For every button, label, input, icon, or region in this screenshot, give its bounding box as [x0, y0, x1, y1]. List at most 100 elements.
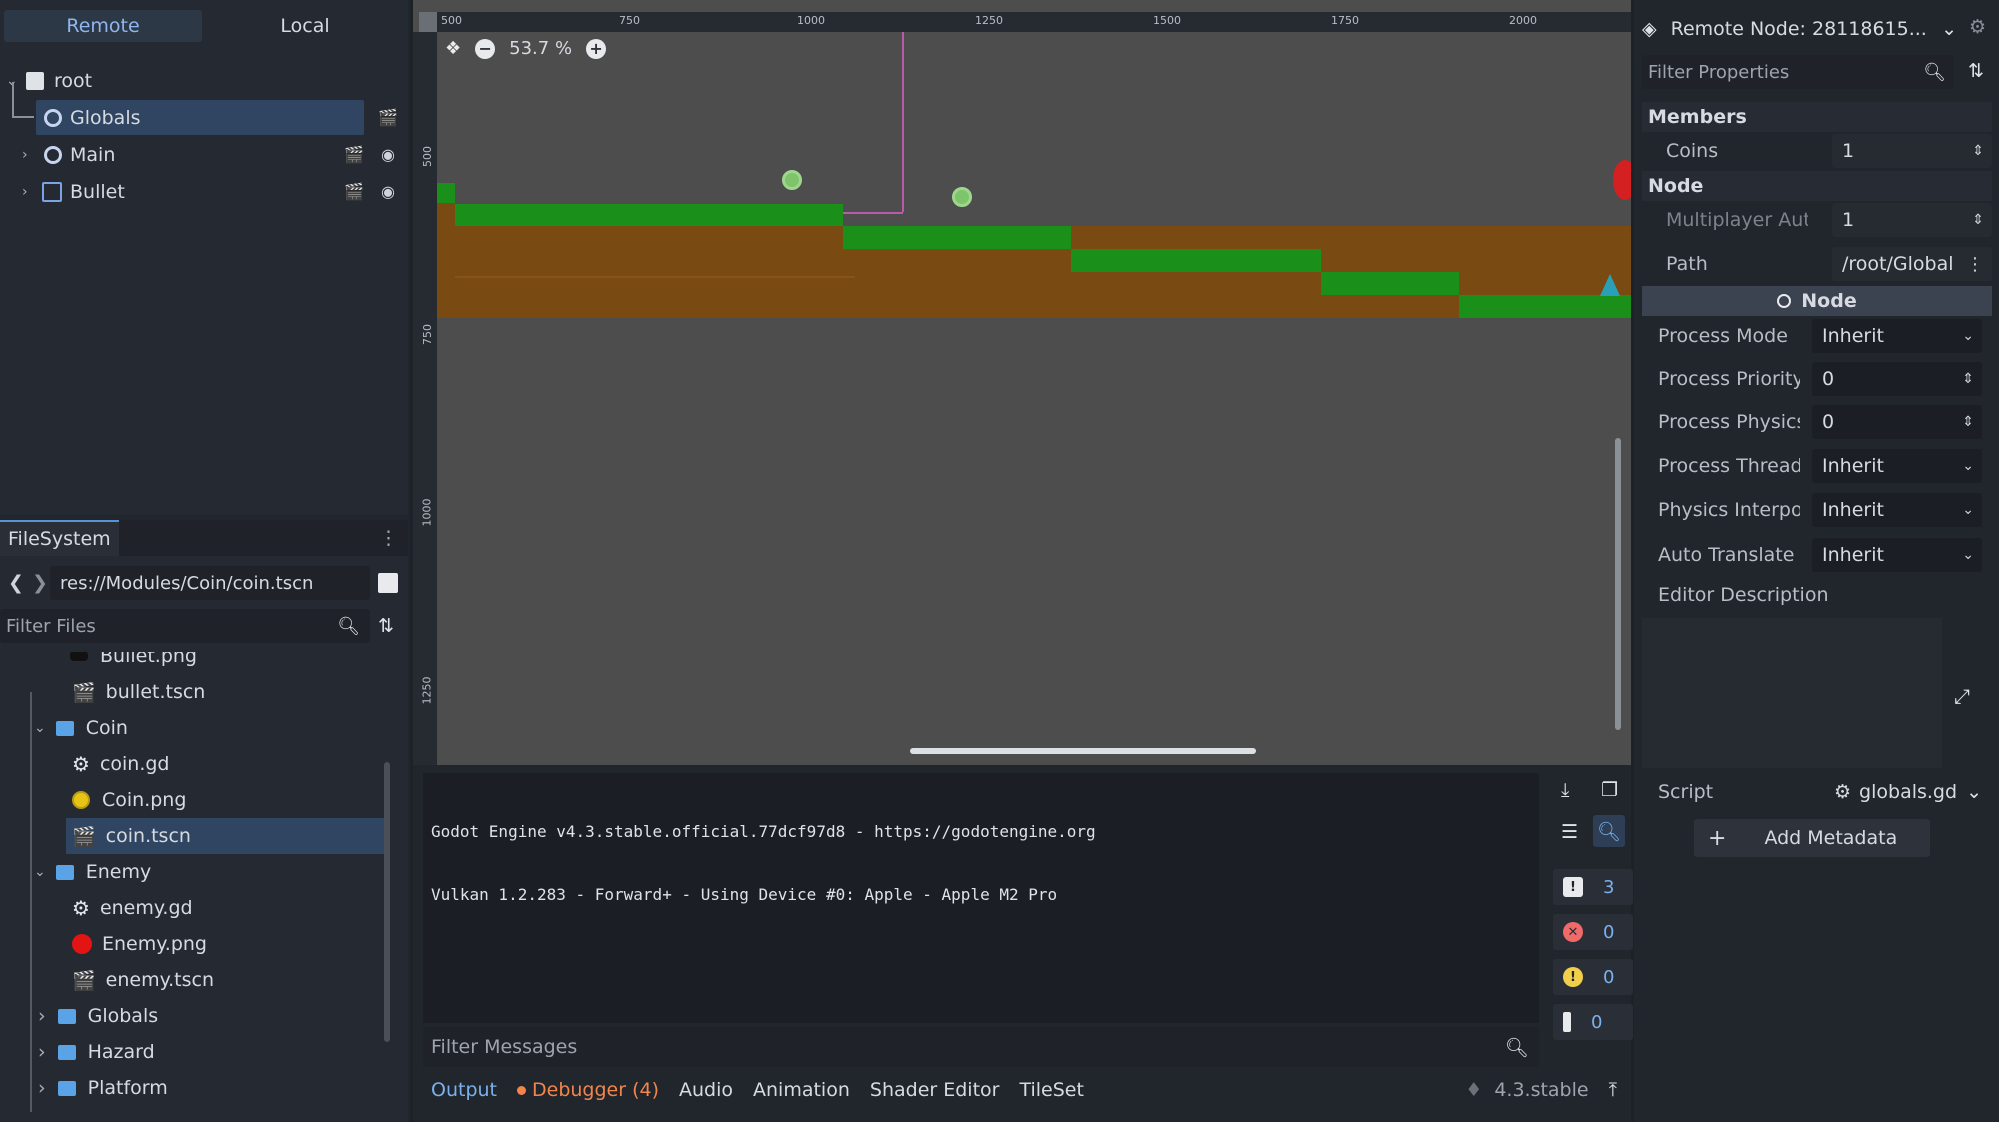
tree-item-bullet[interactable]: › Bullet 🎬 ◉: [0, 173, 408, 210]
info-filter-button[interactable]: 0: [1553, 1004, 1633, 1040]
coin-sprite[interactable]: [782, 170, 802, 190]
prop-name: Process Thread G: [1658, 455, 1800, 477]
chevron-down-icon[interactable]: ⌄: [34, 720, 46, 736]
tab-tileset[interactable]: TileSet: [1019, 1079, 1083, 1101]
spinner-arrows-icon[interactable]: ⇕: [1972, 143, 1984, 159]
chevron-right-icon[interactable]: ›: [38, 1077, 46, 1099]
split-view-icon[interactable]: [378, 573, 398, 593]
multiplayer-value-field[interactable]: 1 ⇕: [1832, 203, 1992, 237]
messages-filter-button[interactable]: ! 3: [1553, 869, 1633, 905]
search-toggle-icon[interactable]: 🔍︎: [1593, 815, 1625, 847]
list-item[interactable]: › Hazard: [38, 1034, 378, 1070]
pin-output-icon[interactable]: ⤓: [1561, 779, 1569, 801]
horizontal-scrollbar[interactable]: [910, 748, 1256, 754]
tab-animation[interactable]: Animation: [753, 1079, 850, 1101]
spinner-arrows-icon[interactable]: ⇕: [1962, 414, 1974, 430]
path-value-field[interactable]: /root/Global ⋮: [1832, 247, 1992, 281]
process-thread-dropdown[interactable]: Inherit ⌄: [1812, 449, 1982, 483]
prop-process-mode: Process Mode Inherit ⌄: [1642, 317, 1992, 355]
spinner-arrows-icon[interactable]: ⇕: [1972, 212, 1984, 228]
visibility-eye-icon[interactable]: ◉: [378, 182, 398, 201]
node-class-header[interactable]: Node: [1642, 286, 1992, 316]
version-label[interactable]: 4.3.stable: [1494, 1079, 1588, 1101]
tree-item-root[interactable]: ⌄ root: [0, 62, 408, 99]
list-item[interactable]: ⚙ coin.gd: [72, 746, 382, 782]
tab-local[interactable]: Local: [206, 10, 404, 42]
process-mode-dropdown[interactable]: Inherit ⌄: [1812, 319, 1982, 353]
tab-filesystem[interactable]: FileSystem: [0, 520, 119, 556]
list-item[interactable]: ⌄ Enemy: [34, 854, 374, 890]
warnings-filter-button[interactable]: ! 0: [1553, 959, 1633, 995]
chevron-right-icon[interactable]: ›: [38, 1005, 46, 1027]
chevron-right-icon[interactable]: ›: [38, 1041, 46, 1063]
kebab-menu-icon[interactable]: ⋮: [379, 527, 398, 549]
auto-translate-dropdown[interactable]: Inherit ⌄: [1812, 538, 1982, 572]
process-priority-field[interactable]: 0 ⇕: [1812, 362, 1982, 396]
zoom-in-icon[interactable]: +: [586, 38, 607, 59]
copy-icon[interactable]: ❐: [1601, 779, 1618, 801]
list-item[interactable]: › Platform: [38, 1070, 378, 1106]
enemy-sprite[interactable]: [1613, 160, 1631, 200]
zoom-level[interactable]: 53.7 %: [509, 38, 572, 59]
hazard-spike[interactable]: [1600, 274, 1620, 296]
filter-messages-input[interactable]: Filter Messages 🔍︎: [423, 1027, 1539, 1067]
path-field[interactable]: res://Modules/Coin/coin.tscn: [50, 566, 370, 600]
script-resource-field[interactable]: ⚙ globals.gd: [1824, 775, 1957, 809]
add-metadata-button[interactable]: + Add Metadata: [1694, 819, 1930, 857]
editor-description-textarea[interactable]: [1642, 618, 1942, 768]
vertical-scrollbar[interactable]: [1615, 438, 1621, 730]
object-history-icon[interactable]: ⚙: [1969, 16, 1986, 38]
process-physics-priority-field[interactable]: 0 ⇕: [1812, 405, 1982, 439]
open-scene-icon[interactable]: 🎬: [378, 108, 398, 127]
open-scene-icon[interactable]: 🎬: [344, 145, 364, 164]
chevron-down-icon[interactable]: ⌄: [1966, 781, 1982, 803]
tab-remote[interactable]: Remote: [4, 10, 202, 42]
visibility-eye-icon[interactable]: ◉: [378, 145, 398, 164]
filter-properties-input[interactable]: Filter Properties 🔍︎: [1642, 55, 1954, 89]
tree-item-label: root: [54, 69, 93, 92]
center-view-icon[interactable]: ❖: [445, 38, 461, 59]
back-arrow-icon[interactable]: ❮: [8, 572, 24, 594]
tab-shader-editor[interactable]: Shader Editor: [870, 1079, 1000, 1101]
chevron-right-icon[interactable]: ›: [22, 184, 28, 200]
forward-arrow-icon[interactable]: ❯: [32, 572, 48, 594]
list-item[interactable]: › Globals: [38, 998, 378, 1034]
chevron-down-icon[interactable]: ⌄: [34, 864, 46, 880]
tree-item-globals[interactable]: Globals 🎬: [0, 99, 408, 136]
scene-file-icon: 🎬: [72, 825, 96, 848]
inspector-header[interactable]: ◈ Remote Node: 28118615... ⌄: [1642, 10, 1957, 48]
list-item-selected[interactable]: 🎬 coin.tscn: [66, 818, 390, 854]
errors-filter-button[interactable]: ✕ 0: [1553, 914, 1633, 950]
chevron-right-icon[interactable]: ›: [22, 147, 28, 163]
list-item[interactable]: Coin.png: [72, 782, 382, 818]
tab-output[interactable]: Output: [431, 1079, 497, 1101]
canvas-viewport[interactable]: 500 750 1000 1250 1500 1750 2000 500 750…: [413, 0, 1631, 765]
chevron-down-icon[interactable]: ⌄: [1941, 18, 1957, 40]
coins-value-field[interactable]: 1 ⇕: [1832, 134, 1992, 168]
filter-files-input[interactable]: Filter Files 🔍︎: [0, 609, 370, 643]
expand-icon[interactable]: ⤢: [1954, 684, 1970, 708]
file-list-scrollbar[interactable]: [384, 762, 390, 1042]
tree-item-main[interactable]: › Main 🎬 ◉: [0, 136, 408, 173]
coin-sprite[interactable]: [952, 187, 972, 207]
kebab-menu-icon[interactable]: ⋮: [1966, 254, 1984, 275]
list-item[interactable]: Bullet.png: [70, 652, 380, 674]
expand-panel-icon[interactable]: ⤒: [1609, 1079, 1617, 1101]
errors-count: 0: [1603, 921, 1615, 943]
tab-debugger[interactable]: Debugger (4): [517, 1079, 659, 1101]
inspector-options-icon[interactable]: ⇅: [1968, 60, 1984, 82]
list-item[interactable]: ⌄ Coin: [34, 710, 374, 746]
list-item[interactable]: Enemy.png: [72, 926, 382, 962]
physics-interpolation-dropdown[interactable]: Inherit ⌄: [1812, 493, 1982, 527]
spinner-arrows-icon[interactable]: ⇕: [1962, 371, 1974, 387]
section-members: Members: [1642, 102, 1992, 132]
collapse-icon[interactable]: ☰: [1561, 821, 1578, 843]
list-item[interactable]: 🎬 bullet.tscn: [72, 674, 382, 710]
open-scene-icon[interactable]: 🎬: [344, 182, 364, 201]
tab-audio[interactable]: Audio: [679, 1079, 733, 1101]
sort-icon[interactable]: ⇅: [378, 615, 394, 637]
prop-name: Editor Description: [1658, 584, 1829, 606]
list-item[interactable]: 🎬 enemy.tscn: [72, 962, 382, 998]
zoom-out-icon[interactable]: −: [475, 38, 496, 59]
list-item[interactable]: ⚙ enemy.gd: [72, 890, 382, 926]
